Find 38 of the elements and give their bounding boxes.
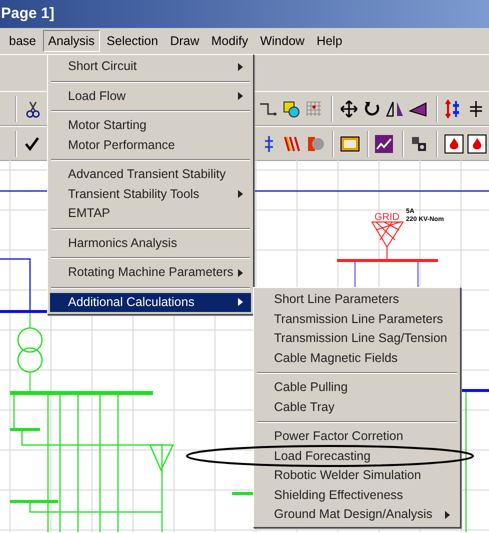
menu-item[interactable]: Help	[312, 30, 348, 52]
bus-bar	[232, 492, 253, 495]
menu-item[interactable]: Analysis	[43, 30, 100, 52]
menu-item[interactable]: Motor Starting	[50, 116, 251, 136]
bus-bar	[10, 500, 58, 503]
menu-item[interactable]: Transient Stability Tools	[50, 184, 251, 204]
menu-item[interactable]: Cable Tray	[256, 398, 458, 417]
menu-item[interactable]: Transmission Line Sag/Tension	[256, 329, 458, 348]
menu-item[interactable]: Additional Calculations	[50, 292, 251, 312]
menu-item[interactable]: base	[4, 30, 42, 52]
menu-item[interactable]: Load Forecasting	[256, 446, 458, 466]
menu-item[interactable]: Cable Magnetic Fields	[256, 348, 458, 368]
menu-item[interactable]: Transmission Line Parameters	[256, 310, 458, 329]
bus-bar	[10, 428, 40, 431]
menu-item[interactable]: Harmonics Analysis	[50, 234, 251, 253]
chart-icon[interactable]	[374, 132, 395, 155]
window-title: Page 1]	[0, 4, 54, 24]
menu-item[interactable]: Power Factor Corretion	[256, 427, 458, 446]
menu-item[interactable]: Motor Performance	[50, 136, 251, 155]
menu-item[interactable]: Short Line Parameters	[256, 290, 458, 310]
menu-item[interactable]: Selection	[102, 30, 164, 52]
menu-item[interactable]: Cable Pulling	[256, 378, 458, 398]
menu-item[interactable]: Shielding Effectiveness	[256, 486, 458, 505]
menu-item[interactable]: Load Flow	[50, 86, 251, 106]
menu-item[interactable]: Advanced Transient Stability	[50, 165, 251, 184]
bus-bar	[460, 389, 489, 392]
load-icon	[149, 444, 174, 472]
menu-item[interactable]: EMTAP	[50, 204, 251, 224]
menu-item[interactable]: Draw	[165, 30, 204, 52]
menu-item[interactable]: Modify	[206, 30, 254, 52]
menu-item[interactable]: Window	[255, 30, 310, 52]
menu-item[interactable]: Ground Mat Design/Analysis	[256, 505, 458, 524]
menu-item[interactable]: Rotating Machine Parameters	[50, 263, 251, 282]
cable-line	[0, 258, 31, 310]
menu-item[interactable]: Short Circuit	[50, 57, 251, 76]
menu-item[interactable]: Robotic Welder Simulation	[256, 466, 458, 486]
grid-source-icon	[371, 222, 404, 262]
grid-label: GRID	[374, 212, 400, 223]
